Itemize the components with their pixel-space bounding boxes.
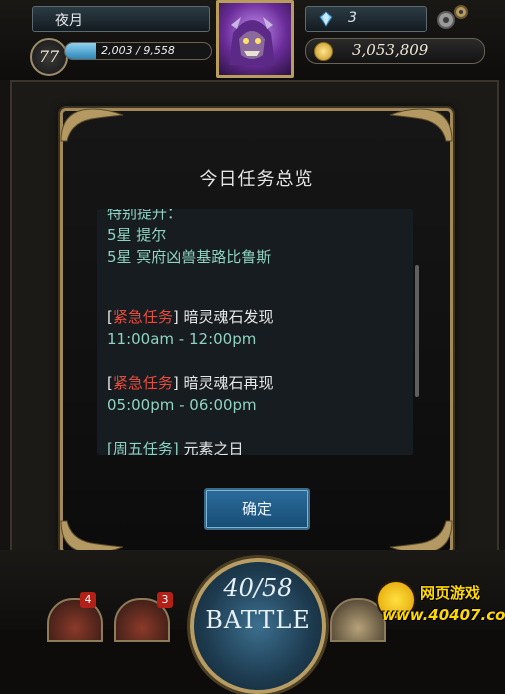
gold-coin-icon bbox=[314, 42, 333, 61]
player-name-plate[interactable]: 夜月 bbox=[32, 6, 210, 32]
watermark-line2: www.40407.com bbox=[382, 606, 505, 624]
quest-tag: 紧急任务 bbox=[112, 308, 173, 326]
exp-text: 2,003 / 9,558 bbox=[101, 44, 175, 57]
confirm-button[interactable]: 确定 bbox=[204, 488, 310, 530]
quest-line: [紧急任务] 暗灵魂石发现 bbox=[107, 308, 274, 326]
scrollbar[interactable] bbox=[415, 265, 419, 397]
settings-gear-icon[interactable] bbox=[432, 2, 472, 32]
gold-count: 3,053,809 bbox=[352, 41, 429, 59]
quest-tag: 紧急任务 bbox=[112, 374, 173, 392]
top-hud: 夜月 77 2,003 / 9,558 3 3,053,809 bbox=[0, 0, 505, 80]
boost-item: 5星 冥府凶兽基路比鲁斯 bbox=[107, 248, 272, 266]
quest-line: [周五任务] 元素之日 bbox=[107, 438, 397, 455]
gem-plate[interactable]: 3 bbox=[305, 6, 427, 32]
daily-quest-dialog: 今日任务总览 特别提升： 5星 提尔 5星 冥府凶兽基路比鲁斯 [紧急任务] 暗… bbox=[60, 108, 453, 554]
watermark-line1: 网页游戏 bbox=[420, 584, 481, 602]
ornament-corner-icon bbox=[389, 108, 453, 142]
dialog-title: 今日任务总览 bbox=[199, 169, 314, 190]
boost-item: 5星 提尔 bbox=[107, 226, 167, 244]
quest-list-scroll-area[interactable]: 特别提升： 5星 提尔 5星 冥府凶兽基路比鲁斯 [紧急任务] 暗灵魂石发现 1… bbox=[97, 209, 413, 455]
avatar-monster-icon bbox=[229, 17, 275, 65]
player-level-badge: 77 bbox=[30, 38, 68, 76]
quest-time: 05:00pm - 06:00pm bbox=[107, 396, 257, 414]
ornament-corner-icon bbox=[60, 108, 124, 142]
quest-time: 11:00am - 12:00pm bbox=[107, 330, 257, 348]
battle-button[interactable]: 40/58 BATTLE bbox=[190, 558, 326, 694]
player-avatar[interactable] bbox=[216, 0, 294, 78]
notification-badge: 4 bbox=[80, 592, 96, 608]
gem-count: 3 bbox=[348, 10, 357, 26]
special-boost-heading: 特别提升： bbox=[107, 209, 183, 222]
quest-tag: 周五任务 bbox=[112, 440, 173, 455]
battle-label: BATTLE bbox=[205, 606, 311, 634]
quest-line: [紧急任务] 暗灵魂石再现 bbox=[107, 374, 274, 392]
gem-icon bbox=[319, 11, 333, 27]
player-name: 夜月 bbox=[55, 13, 83, 29]
gold-plate[interactable]: 3,053,809 bbox=[305, 38, 485, 64]
notification-badge: 3 bbox=[157, 592, 173, 608]
exp-bar: 2,003 / 9,558 bbox=[64, 42, 212, 60]
site-watermark: 网页游戏 www.40407.com bbox=[376, 580, 505, 629]
battle-stamina-count: 40/58 bbox=[223, 574, 293, 602]
